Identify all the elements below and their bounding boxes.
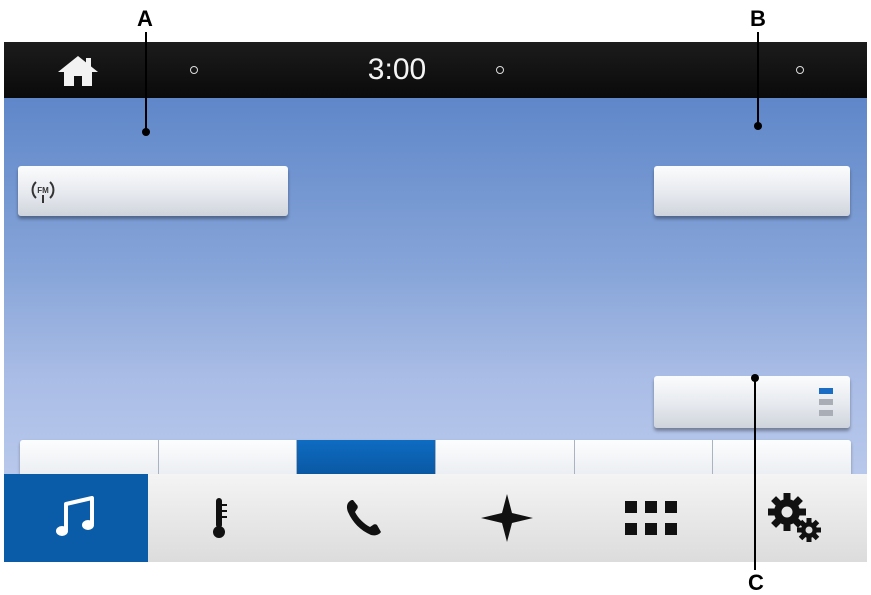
- phone-icon: [346, 500, 381, 536]
- callout-c-leader: [754, 378, 756, 570]
- preset-page-indicator: [819, 399, 833, 405]
- thermometer-icon: [212, 498, 227, 538]
- music-note-icon: [55, 496, 94, 536]
- callout-a-leader: [145, 32, 147, 132]
- callout-c-pointer: [751, 374, 759, 382]
- navigation-star-icon: [481, 494, 534, 542]
- svg-text:FM: FM: [37, 186, 49, 195]
- nav-apps-button[interactable]: [579, 474, 723, 562]
- source-button[interactable]: FM: [18, 166, 288, 216]
- nav-audio-button[interactable]: [4, 474, 148, 562]
- preset-pages-icon: [819, 386, 833, 418]
- callout-a-pointer: [142, 128, 150, 136]
- fm-radio-icon: FM: [30, 178, 56, 204]
- presets-page-button[interactable]: [654, 376, 850, 428]
- callout-b-leader: [757, 32, 759, 126]
- callout-b-pointer: [754, 122, 762, 130]
- top-right-button[interactable]: [654, 166, 850, 216]
- status-indicator-dot: [796, 66, 804, 74]
- home-icon[interactable]: [56, 54, 100, 93]
- preset-page-indicator: [819, 410, 833, 416]
- callout-c: C: [748, 570, 764, 595]
- callout-a: A: [137, 6, 153, 31]
- callout-b: B: [750, 6, 766, 31]
- clock: 3:00: [367, 53, 427, 86]
- gears-icon: [768, 493, 822, 542]
- status-indicator-dot: [496, 66, 504, 74]
- feature-bar: [4, 474, 867, 562]
- audio-screen: FM: [4, 98, 867, 494]
- nav-settings-button[interactable]: [723, 474, 867, 562]
- status-bar: 3:00: [4, 42, 867, 98]
- nav-navigation-button[interactable]: [435, 474, 579, 562]
- apps-grid-icon: [625, 501, 678, 535]
- nav-climate-button[interactable]: [148, 474, 292, 562]
- status-indicator-dot: [190, 66, 198, 74]
- touchscreen: 3:00 FM: [4, 42, 867, 562]
- preset-page-indicator: [819, 388, 833, 394]
- nav-phone-button[interactable]: [292, 474, 436, 562]
